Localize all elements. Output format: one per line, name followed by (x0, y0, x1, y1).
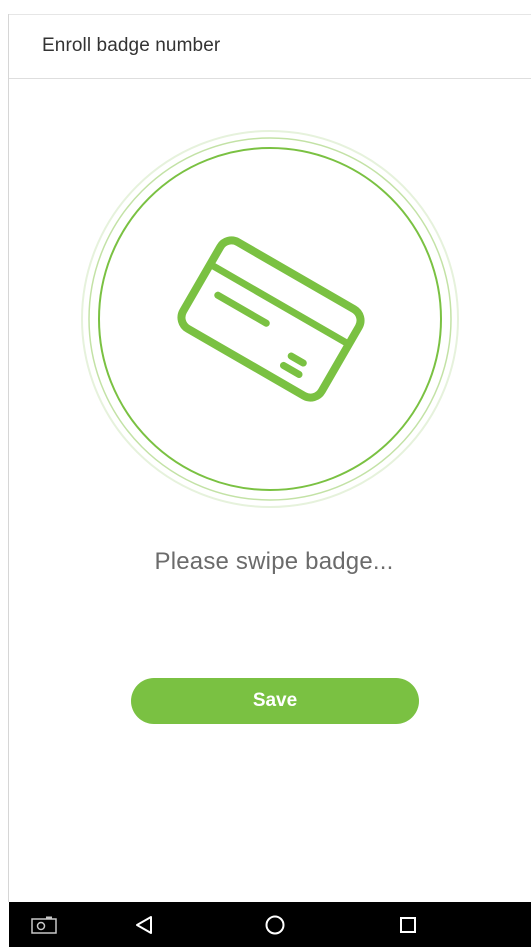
screenshot-icon (31, 916, 57, 934)
frame-left-border (8, 14, 9, 902)
badge-swipe-graphic (74, 128, 474, 518)
recents-icon (400, 916, 416, 933)
header-bar: Enroll badge number (9, 15, 531, 79)
badge-card-icon (81, 130, 459, 508)
save-button[interactable]: Save (131, 678, 419, 724)
swipe-prompt: Please swipe badge... (154, 548, 394, 575)
home-icon (265, 915, 285, 934)
home-button[interactable] (255, 902, 295, 947)
screenshot-button[interactable] (24, 902, 64, 947)
back-icon (136, 915, 152, 934)
back-button[interactable] (124, 902, 164, 947)
page-title: Enroll badge number (42, 35, 221, 56)
navigation-bar (9, 902, 531, 947)
enroll-badge-screen: Enroll badge number Please swipe badge..… (0, 0, 531, 947)
recents-button[interactable] (388, 902, 428, 947)
